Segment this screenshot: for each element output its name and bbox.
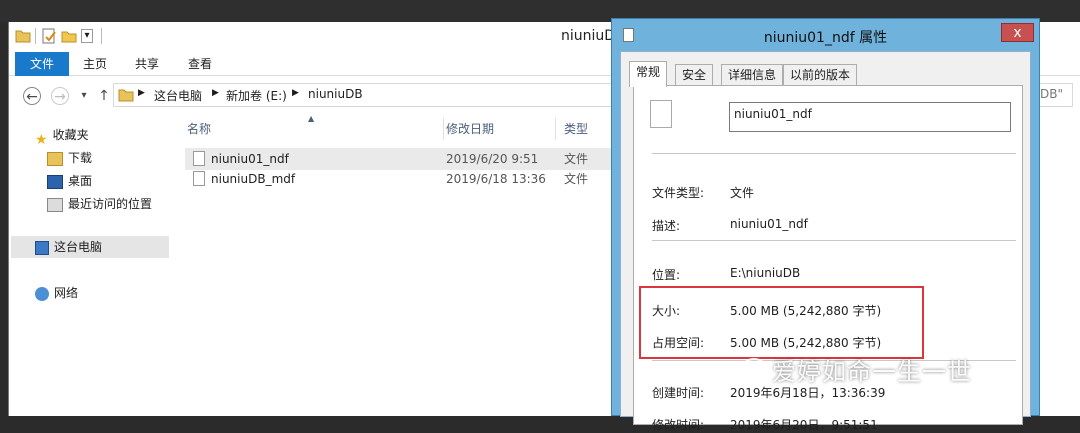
- search-placeholder[interactable]: DB": [1040, 87, 1063, 101]
- nav-label: 桌面: [68, 174, 93, 188]
- nav-favorites[interactable]: ★ 收藏夹: [35, 124, 89, 148]
- folder-icon: [118, 87, 134, 106]
- column-divider[interactable]: [443, 118, 444, 140]
- modified-value: 2019年6月20日，9:51:51: [730, 418, 878, 432]
- tab-file[interactable]: 文件: [15, 52, 69, 76]
- file-row[interactable]: niuniuDB_mdf 2019/6/18 13:36 文件: [185, 168, 615, 190]
- nav-downloads[interactable]: 下载: [47, 147, 92, 169]
- column-header-type[interactable]: 类型: [564, 118, 588, 140]
- nav-label: 收藏夹: [52, 128, 89, 142]
- up-icon[interactable]: ↑: [95, 87, 113, 105]
- chevron-right-icon[interactable]: ▶: [138, 88, 145, 98]
- nav-label: 网络: [54, 286, 79, 300]
- back-icon[interactable]: ←: [23, 87, 41, 105]
- column-divider[interactable]: [555, 118, 556, 140]
- tab-share[interactable]: 共享: [123, 52, 171, 76]
- computer-icon: [35, 240, 49, 255]
- location-label: 位置:: [652, 268, 681, 282]
- navigation-pane: ★ 收藏夹 下载 桌面 最近访问的位置 这台电脑 网络: [9, 122, 174, 416]
- breadcrumb-this-pc[interactable]: 这台电脑: [154, 87, 202, 104]
- tab-general[interactable]: 常规: [629, 61, 668, 87]
- file-large-icon: [650, 100, 672, 128]
- file-type: 文件: [564, 152, 589, 166]
- separator: [652, 240, 1016, 241]
- file-icon: [193, 151, 205, 166]
- recent-places-icon: [47, 197, 63, 212]
- new-folder-icon[interactable]: [61, 28, 77, 44]
- size-on-disk-value: 5.00 MB (5,242,880 字节): [730, 336, 882, 350]
- breadcrumb-volume[interactable]: 新加卷 (E:): [226, 87, 287, 104]
- chevron-right-icon[interactable]: ▶: [212, 88, 219, 98]
- forward-icon[interactable]: →: [51, 87, 69, 105]
- window-title: niuniuD: [561, 28, 616, 44]
- file-type-label: 文件类型:: [652, 186, 705, 200]
- customize-toolbar-icon[interactable]: ▾: [81, 29, 93, 43]
- filename-input[interactable]: niuniu01_ndf: [729, 102, 1011, 132]
- created-label: 创建时间:: [652, 386, 705, 400]
- recent-locations-icon[interactable]: ▾: [75, 87, 93, 105]
- description-label: 描述:: [652, 219, 681, 233]
- size-on-disk-label: 占用空间:: [652, 336, 705, 350]
- desktop-icon: [47, 174, 63, 189]
- tab-security[interactable]: 安全: [675, 64, 714, 86]
- column-header-modified[interactable]: 修改日期: [446, 118, 554, 140]
- file-name: niuniuDB_mdf: [211, 172, 296, 186]
- dialog-title: niuniu01_ndf 属性: [763, 30, 888, 46]
- tab-details[interactable]: 详细信息: [721, 64, 784, 86]
- wechat-icon: [742, 358, 766, 376]
- folder-icon: [15, 28, 31, 44]
- tab-home[interactable]: 主页: [71, 52, 119, 76]
- description-value: niuniu01_ndf: [730, 217, 808, 231]
- file-type-value: 文件: [730, 186, 755, 200]
- divider: [35, 28, 36, 44]
- properties-icon[interactable]: [41, 28, 57, 44]
- column-header-name[interactable]: 名称: [187, 118, 443, 140]
- file-name: niuniu01_ndf: [211, 152, 289, 166]
- size-value: 5.00 MB (5,242,880 字节): [730, 304, 882, 318]
- nav-label: 这台电脑: [54, 240, 103, 254]
- file-modified: 2019/6/20 9:51: [446, 152, 539, 166]
- nav-this-pc[interactable]: 这台电脑: [11, 236, 169, 258]
- close-button[interactable]: x: [1001, 23, 1034, 42]
- tab-previous-versions[interactable]: 以前的版本: [783, 64, 858, 86]
- file-modified: 2019/6/18 13:36: [446, 172, 546, 186]
- watermark-text: 爱婷如命一生一世: [772, 358, 972, 386]
- tab-view[interactable]: 查看: [176, 52, 224, 76]
- dialog-titlebar[interactable]: niuniu01_ndf 属性 x: [612, 19, 1039, 51]
- chevron-right-icon[interactable]: ▶: [292, 88, 299, 98]
- separator: [652, 153, 1016, 154]
- file-row[interactable]: niuniu01_ndf 2019/6/20 9:51 文件: [185, 148, 615, 170]
- nav-network[interactable]: 网络: [35, 282, 78, 304]
- file-icon: [193, 171, 205, 186]
- download-folder-icon: [47, 151, 63, 166]
- breadcrumb-folder[interactable]: niuniuDB: [308, 87, 363, 101]
- location-value: E:\niuniuDB: [730, 266, 801, 280]
- nav-recent[interactable]: 最近访问的位置: [47, 193, 152, 215]
- modified-label: 修改时间:: [652, 418, 705, 432]
- nav-label: 最近访问的位置: [68, 197, 153, 211]
- network-icon: [35, 286, 49, 301]
- divider: [101, 28, 102, 44]
- size-label: 大小:: [652, 304, 681, 318]
- star-icon: ★: [35, 131, 48, 148]
- nav-label: 下载: [68, 151, 93, 165]
- nav-desktop[interactable]: 桌面: [47, 170, 92, 192]
- file-type: 文件: [564, 172, 589, 186]
